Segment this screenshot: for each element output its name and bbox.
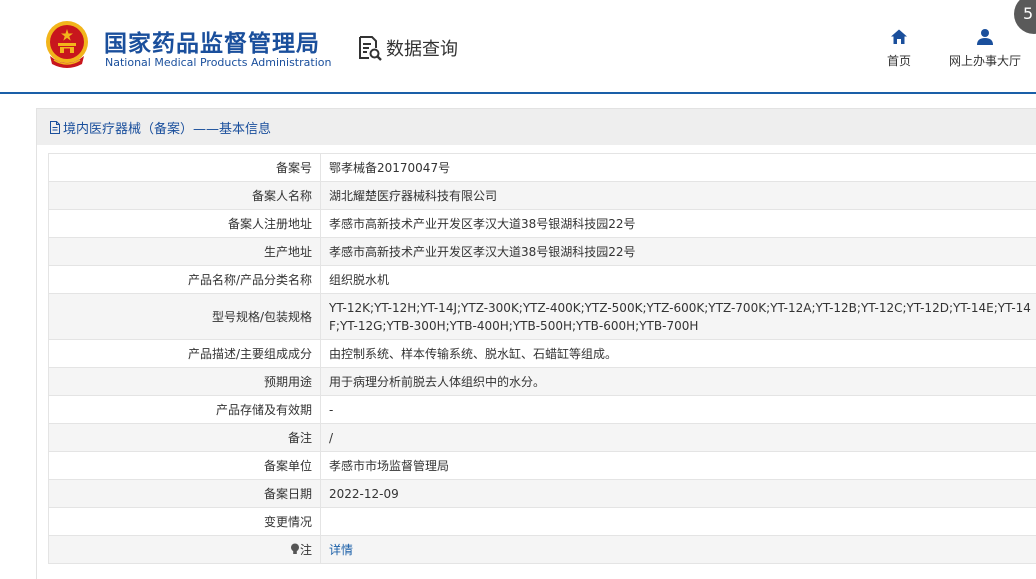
- document-icon: [50, 120, 60, 134]
- user-icon: [977, 29, 993, 45]
- row-value: 组织脱水机: [320, 265, 1036, 294]
- row-label: 备案号: [48, 153, 321, 182]
- row-value: /: [320, 423, 1036, 452]
- row-value: [320, 507, 1036, 536]
- table-row: 预期用途 用于病理分析前脱去人体组织中的水分。: [48, 367, 1036, 396]
- row-value: 鄂孝械备20170047号: [320, 153, 1036, 182]
- row-label: 产品描述/主要组成成分: [48, 339, 321, 368]
- panel-title-text: 境内医疗器械（备案）——基本信息: [63, 121, 272, 137]
- nav-online-service-hall-label: 网上办事大厅: [948, 54, 1021, 68]
- nav-online-service-hall[interactable]: 网上办事大厅: [944, 28, 1026, 69]
- table-row: 注 详情: [48, 535, 1036, 564]
- note-value: 详情: [320, 535, 1036, 564]
- lightbulb-icon: [290, 543, 299, 554]
- row-label: 生产地址: [48, 237, 321, 266]
- row-value: 湖北耀楚医疗器械科技有限公司: [320, 181, 1036, 210]
- details-link[interactable]: 详情: [329, 543, 353, 557]
- row-label: 备案单位: [48, 451, 321, 480]
- row-value: 孝感市高新技术产业开发区孝汉大道38号银湖科技园22号: [320, 209, 1036, 238]
- row-label: 变更情况: [48, 507, 321, 536]
- record-panel: 境内医疗器械（备案）——基本信息 备案号 鄂孝械备20170047号 备案人名称…: [36, 108, 1036, 579]
- row-label: 备注: [48, 423, 321, 452]
- row-value: 孝感市高新技术产业开发区孝汉大道38号银湖科技园22号: [320, 237, 1036, 266]
- table-row: 变更情况: [48, 507, 1036, 536]
- site-header: 国家药品监督管理局 National Medical Products Admi…: [0, 0, 1036, 94]
- site-name-en: National Medical Products Administration: [105, 56, 332, 69]
- row-label: 产品存储及有效期: [48, 395, 321, 424]
- data-query-label: 数据查询: [386, 39, 458, 60]
- row-value: 用于病理分析前脱去人体组织中的水分。: [320, 367, 1036, 396]
- note-label-cell: 注: [48, 535, 321, 564]
- record-table: 备案号 鄂孝械备20170047号 备案人名称 湖北耀楚医疗器械科技有限公司 备…: [48, 153, 1036, 564]
- table-row: 生产地址 孝感市高新技术产业开发区孝汉大道38号银湖科技园22号: [48, 237, 1036, 266]
- table-row: 备注 /: [48, 423, 1036, 452]
- table-row: 产品名称/产品分类名称 组织脱水机: [48, 265, 1036, 294]
- row-label: 型号规格/包装规格: [48, 293, 321, 340]
- table-row: 备案号 鄂孝械备20170047号: [48, 153, 1036, 182]
- table-row: 备案单位 孝感市市场监督管理局: [48, 451, 1036, 480]
- row-value: -: [320, 395, 1036, 424]
- row-value: YT-12K;YT-12H;YT-14J;YTZ-300K;YTZ-400K;Y…: [320, 293, 1036, 340]
- row-label: 产品名称/产品分类名称: [48, 265, 321, 294]
- note-label: 注: [299, 543, 312, 557]
- table-row: 产品存储及有效期 -: [48, 395, 1036, 424]
- panel-title: 境内医疗器械（备案）——基本信息: [37, 109, 1036, 145]
- row-label: 预期用途: [48, 367, 321, 396]
- table-row: 产品描述/主要组成成分 由控制系统、样本传输系统、脱水缸、石蜡缸等组成。: [48, 339, 1036, 368]
- site-name-cn: 国家药品监督管理局: [104, 31, 320, 57]
- table-row: 备案日期 2022-12-09: [48, 479, 1036, 508]
- row-value: 孝感市市场监督管理局: [320, 451, 1036, 480]
- table-row: 型号规格/包装规格 YT-12K;YT-12H;YT-14J;YTZ-300K;…: [48, 293, 1036, 340]
- table-row: 备案人注册地址 孝感市高新技术产业开发区孝汉大道38号银湖科技园22号: [48, 209, 1036, 238]
- table-row: 备案人名称 湖北耀楚医疗器械科技有限公司: [48, 181, 1036, 210]
- nav-home[interactable]: 首页: [884, 28, 914, 69]
- row-label: 备案人名称: [48, 181, 321, 210]
- row-label: 备案日期: [48, 479, 321, 508]
- document-search-icon: [359, 36, 382, 61]
- row-value: 2022-12-09: [320, 479, 1036, 508]
- row-value: 由控制系统、样本传输系统、脱水缸、石蜡缸等组成。: [320, 339, 1036, 368]
- nav-home-label: 首页: [886, 54, 911, 68]
- data-query-title: 数据查询: [356, 34, 458, 62]
- national-emblem-icon: [46, 21, 88, 68]
- row-label: 备案人注册地址: [48, 209, 321, 238]
- home-icon: [891, 29, 907, 44]
